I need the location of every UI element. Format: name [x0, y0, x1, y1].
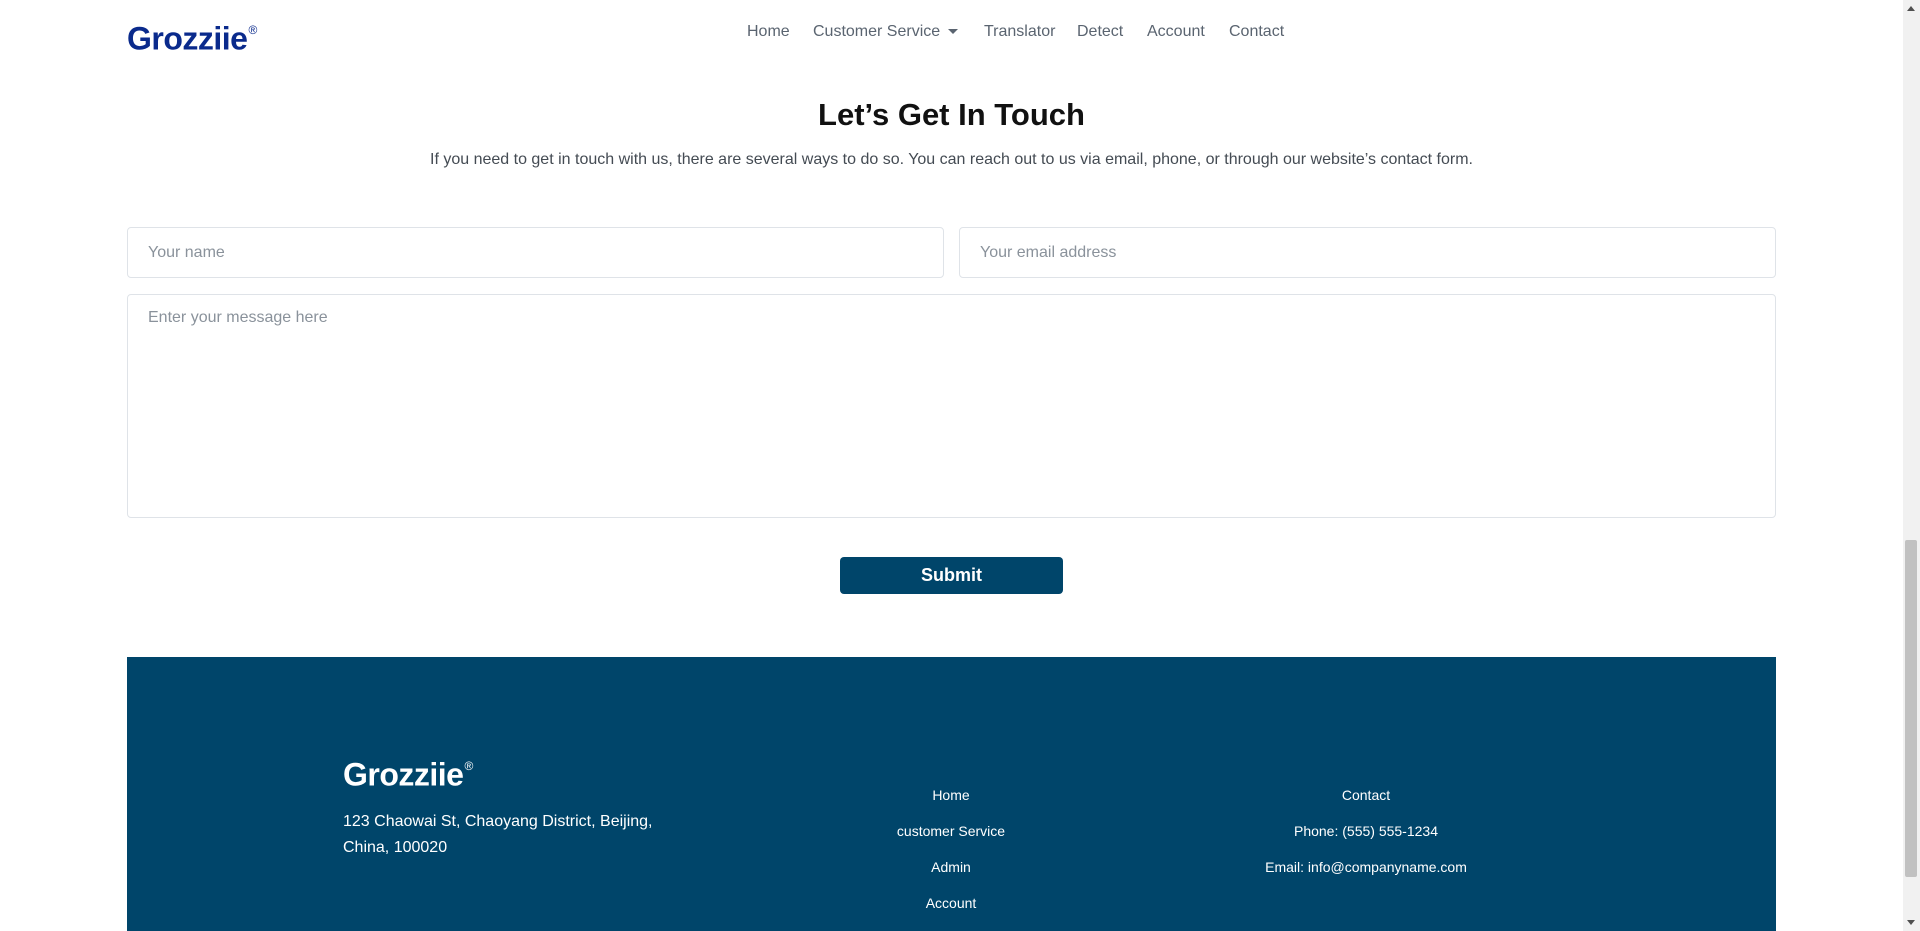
footer-email: Email: info@companyname.com — [1216, 857, 1516, 877]
footer-link-account[interactable]: Account — [801, 893, 1101, 913]
nav-home[interactable]: Home — [747, 20, 790, 44]
nav-detect[interactable]: Detect — [1077, 20, 1123, 44]
footer-logo[interactable]: Grozziie® — [343, 750, 473, 795]
site-footer: Grozziie® 123 Chaowai St, Chaoyang Distr… — [127, 657, 1776, 931]
nav-translator[interactable]: Translator — [984, 20, 1055, 44]
footer-contact-heading[interactable]: Contact — [1216, 785, 1516, 805]
submit-button[interactable]: Submit — [840, 557, 1063, 594]
caret-down-icon — [948, 29, 959, 35]
page-scrollbar[interactable] — [1903, 0, 1920, 931]
contact-title: Let’s Get In Touch — [818, 97, 1085, 132]
footer-address: 123 Chaowai St, Chaoyang District, Beiji… — [343, 813, 653, 856]
email-value[interactable]: info@companyname.com — [1308, 859, 1467, 875]
footer-link-admin[interactable]: Admin — [801, 857, 1101, 877]
footer-contact: Contact Phone: (555) 555-1234 Email: inf… — [1216, 657, 1516, 931]
scroll-thumb[interactable] — [1905, 540, 1917, 877]
email-label: Email: — [1265, 859, 1305, 875]
message-textarea[interactable] — [127, 294, 1776, 518]
scroll-up-arrow-icon[interactable] — [1907, 6, 1915, 11]
scroll-down-arrow-icon[interactable] — [1907, 920, 1915, 925]
phone-label: Phone: — [1293, 823, 1339, 839]
footer-phone: Phone: (555) 555-1234 — [1216, 821, 1516, 841]
email-input[interactable] — [959, 227, 1776, 278]
contact-subtitle: If you need to get in touch with us, the… — [430, 151, 1473, 168]
nav-customer-service-label: Customer Service — [813, 23, 941, 40]
footer-brand-name: Grozziie — [343, 756, 464, 793]
nav-customer-service[interactable]: Customer Service — [813, 20, 959, 44]
nav-contact[interactable]: Contact — [1229, 20, 1284, 44]
footer-registered-mark: ® — [464, 759, 473, 773]
footer-link-customer-service[interactable]: customer Service — [801, 821, 1101, 841]
nav-account[interactable]: Account — [1147, 20, 1205, 44]
main-nav: Home Customer Service Translator Detect … — [0, 0, 1903, 64]
top-navbar: Grozziie® Home Customer Service Translat… — [0, 0, 1903, 64]
name-input[interactable] — [127, 227, 944, 278]
phone-value: (555) 555-1234 — [1342, 823, 1438, 839]
footer-links: Home customer Service Admin Account — [801, 657, 1101, 931]
footer-link-home[interactable]: Home — [801, 785, 1101, 805]
